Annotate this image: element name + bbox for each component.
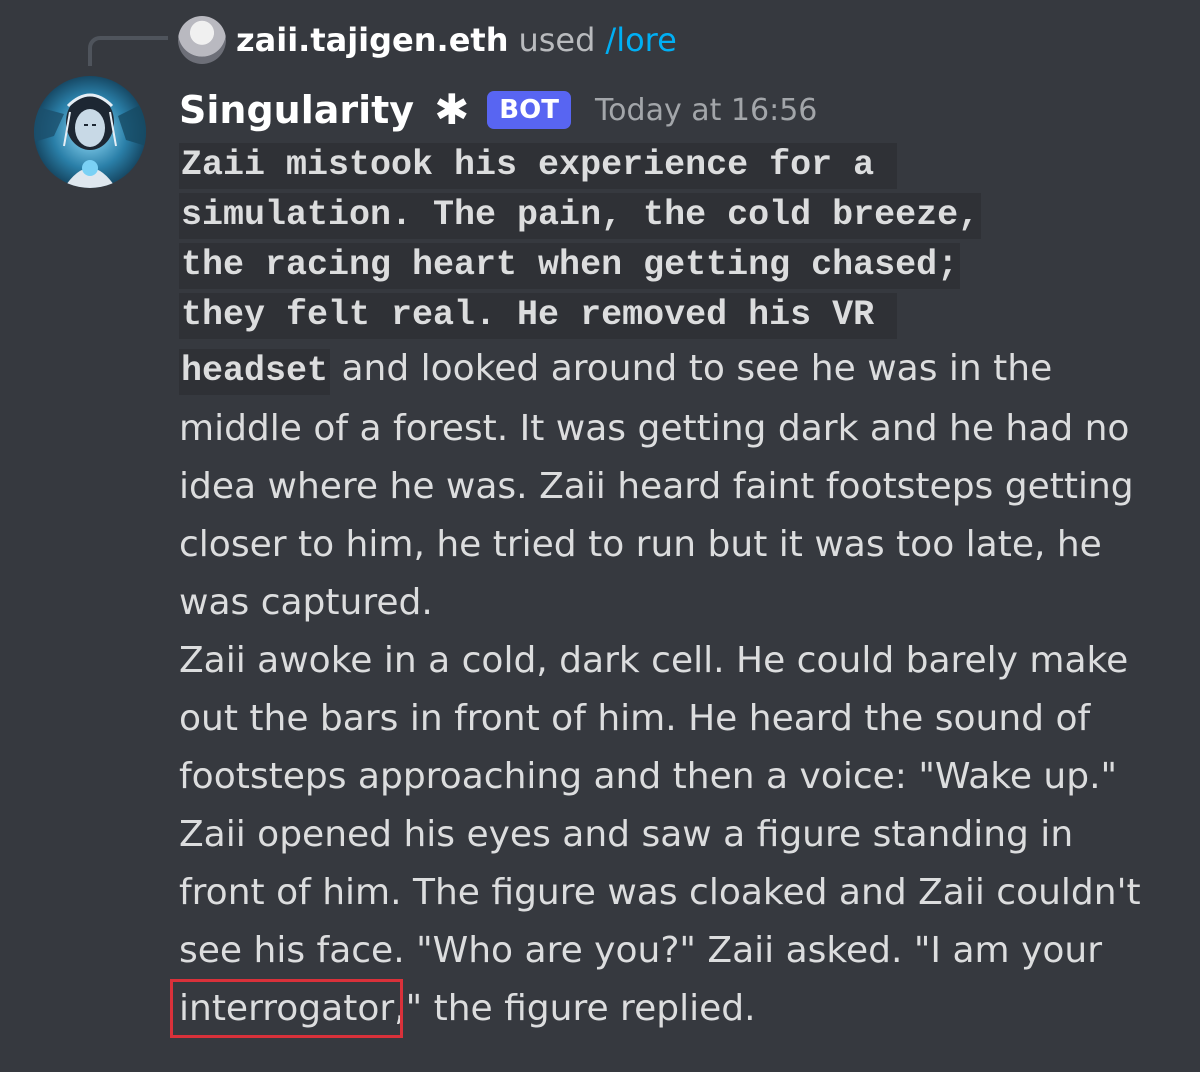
code-line: they felt real. He removed his VR [179, 290, 1169, 340]
message-header: Singularity ✱ BOT Today at 16:56 [179, 80, 817, 140]
code-line: Zaii mistook his experience for a [179, 140, 1169, 190]
text-line: Zaii awoke in a cold, dark cell. He coul… [179, 640, 1129, 681]
bot-badge: BOT [487, 90, 571, 130]
user-avatar[interactable] [178, 16, 226, 64]
bot-avatar-image [34, 76, 146, 188]
text-line: out the bars in front of him. He heard t… [179, 698, 1091, 739]
bot-avatar[interactable] [34, 76, 146, 188]
text-line: headset and looked around to see he was … [179, 340, 1169, 400]
code-line: simulation. The pain, the cold breeze, [179, 190, 1169, 240]
highlighted-word: interrogator [169, 979, 404, 1038]
text-line: was captured. [179, 582, 433, 623]
code-line: the racing heart when getting chased; [179, 240, 1169, 290]
text-line: Zaii opened his eyes and saw a figure st… [179, 814, 1074, 855]
reply-reference[interactable]: zaii.tajigen.eth used /lore [178, 14, 677, 66]
message-timestamp[interactable]: Today at 16:56 [595, 93, 817, 128]
asterisk-icon: ✱ [434, 85, 470, 134]
bot-username[interactable]: Singularity [179, 88, 414, 132]
text-line: see his face. "Who are you?" Zaii asked.… [179, 930, 1103, 971]
reply-command[interactable]: /lore [605, 21, 676, 59]
reply-used-label: used [518, 21, 596, 59]
text-line: idea where he was. Zaii heard faint foot… [179, 466, 1134, 507]
text-line: front of him. The figure was cloaked and… [179, 872, 1141, 913]
reply-username[interactable]: zaii.tajigen.eth [236, 21, 508, 59]
message-content: Zaii mistook his experience for a simula… [169, 140, 1169, 1038]
text-line: footsteps approaching and then a voice: … [179, 756, 1118, 797]
inline-code: headset [179, 349, 331, 395]
text-line: closer to him, he tried to run but it wa… [179, 524, 1102, 565]
text-line: interrogator," the figure replied. [169, 979, 756, 1038]
reply-connector-line [88, 36, 168, 66]
text-line: middle of a forest. It was getting dark … [179, 408, 1130, 449]
